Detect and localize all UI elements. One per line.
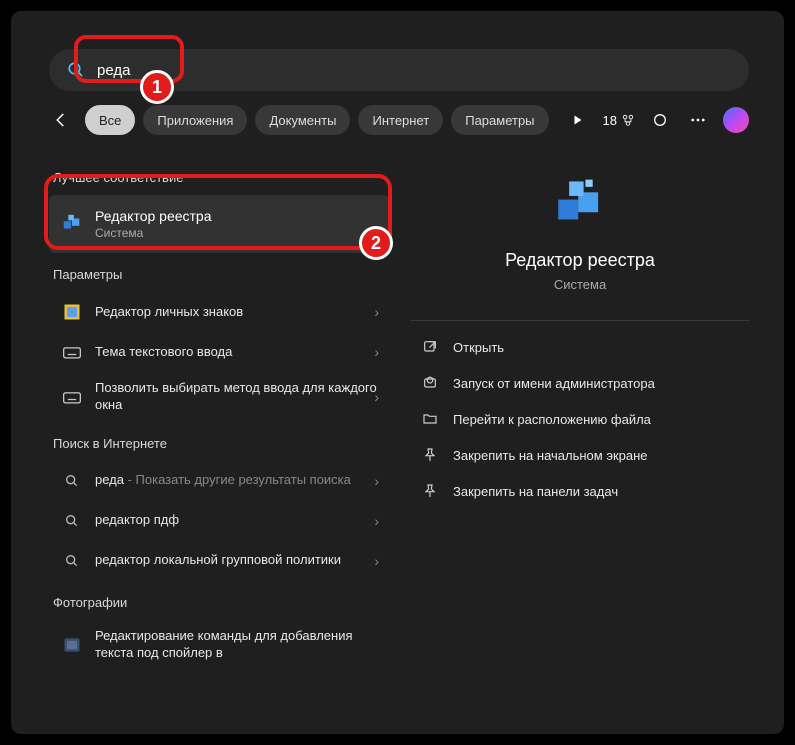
keyboard-icon	[61, 386, 83, 408]
web-item-2[interactable]: редактор локальной групповой политики ›	[49, 541, 389, 581]
more-icon[interactable]	[685, 107, 711, 133]
search-icon	[61, 470, 83, 492]
search-icon	[61, 550, 83, 572]
param-item-1[interactable]: Тема текстового ввода ›	[49, 332, 389, 372]
search-query: реда	[97, 62, 130, 79]
best-match-item[interactable]: Редактор реестра Система	[49, 195, 389, 253]
best-match-text: Редактор реестра Система	[95, 208, 212, 240]
param-item-2[interactable]: Позволить выбирать метод ввода для каждо…	[49, 372, 389, 422]
chevron-right-icon: ›	[374, 553, 379, 569]
tab-documents[interactable]: Документы	[255, 105, 350, 135]
play-icon[interactable]	[565, 107, 591, 133]
shield-icon	[421, 374, 439, 392]
web-item-1[interactable]: редактор пдф ›	[49, 501, 389, 541]
detail-title: Редактор реестра	[505, 250, 655, 271]
best-match-subtitle: Система	[95, 226, 212, 240]
image-icon	[61, 634, 83, 656]
search-icon	[61, 510, 83, 532]
points-display[interactable]: 18	[603, 113, 635, 128]
chevron-right-icon: ›	[374, 473, 379, 489]
chevron-right-icon: ›	[374, 304, 379, 320]
controls: 18	[565, 107, 749, 133]
search-panel: реда Все Приложения Документы Интернет П…	[11, 11, 784, 734]
detail-header: Редактор реестра Система	[411, 156, 749, 316]
action-pin-taskbar[interactable]: Закрепить на панели задач	[411, 473, 749, 509]
pin-icon	[421, 446, 439, 464]
chevron-right-icon: ›	[374, 389, 379, 405]
eudcedit-icon	[61, 301, 83, 323]
action-pin-start[interactable]: Закрепить на начальном экране	[411, 437, 749, 473]
tab-all[interactable]: Все	[85, 105, 135, 135]
regedit-icon	[61, 213, 83, 235]
section-web: Поиск в Интернете	[53, 436, 389, 451]
tab-settings[interactable]: Параметры	[451, 105, 548, 135]
best-match-title: Редактор реестра	[95, 208, 212, 224]
action-run-admin[interactable]: Запуск от имени администратора	[411, 365, 749, 401]
section-photos: Фотографии	[53, 595, 389, 610]
folder-icon	[421, 410, 439, 428]
pin-icon	[421, 482, 439, 500]
open-icon	[421, 338, 439, 356]
section-best-match: Лучшее соответствие	[53, 170, 389, 185]
detail-subtitle: Система	[554, 277, 606, 292]
divider	[411, 320, 749, 321]
copilot-icon[interactable]	[723, 107, 749, 133]
detail-pane: Редактор реестра Система Открыть Запуск …	[411, 156, 749, 509]
regedit-large-icon	[551, 176, 609, 234]
photo-item-0[interactable]: Редактирование команды для добавления те…	[49, 620, 389, 670]
action-open[interactable]: Открыть	[411, 329, 749, 365]
param-item-0[interactable]: Редактор личных знаков ›	[49, 292, 389, 332]
tab-apps[interactable]: Приложения	[143, 105, 247, 135]
annotation-badge-2: 2	[359, 226, 393, 260]
chevron-right-icon: ›	[374, 344, 379, 360]
keyboard-icon	[61, 341, 83, 363]
back-button[interactable]	[49, 108, 73, 132]
circle-icon[interactable]	[647, 107, 673, 133]
action-open-location[interactable]: Перейти к расположению файла	[411, 401, 749, 437]
tab-internet[interactable]: Интернет	[358, 105, 443, 135]
search-icon	[67, 61, 85, 79]
tabs-row: Все Приложения Документы Интернет Параме…	[49, 103, 749, 137]
annotation-badge-1: 1	[140, 70, 174, 104]
section-params: Параметры	[53, 267, 389, 282]
results-column: Лучшее соответствие Редактор реестра Сис…	[49, 156, 389, 670]
chevron-right-icon: ›	[374, 513, 379, 529]
web-item-0[interactable]: реда - Показать другие результаты поиска…	[49, 461, 389, 501]
